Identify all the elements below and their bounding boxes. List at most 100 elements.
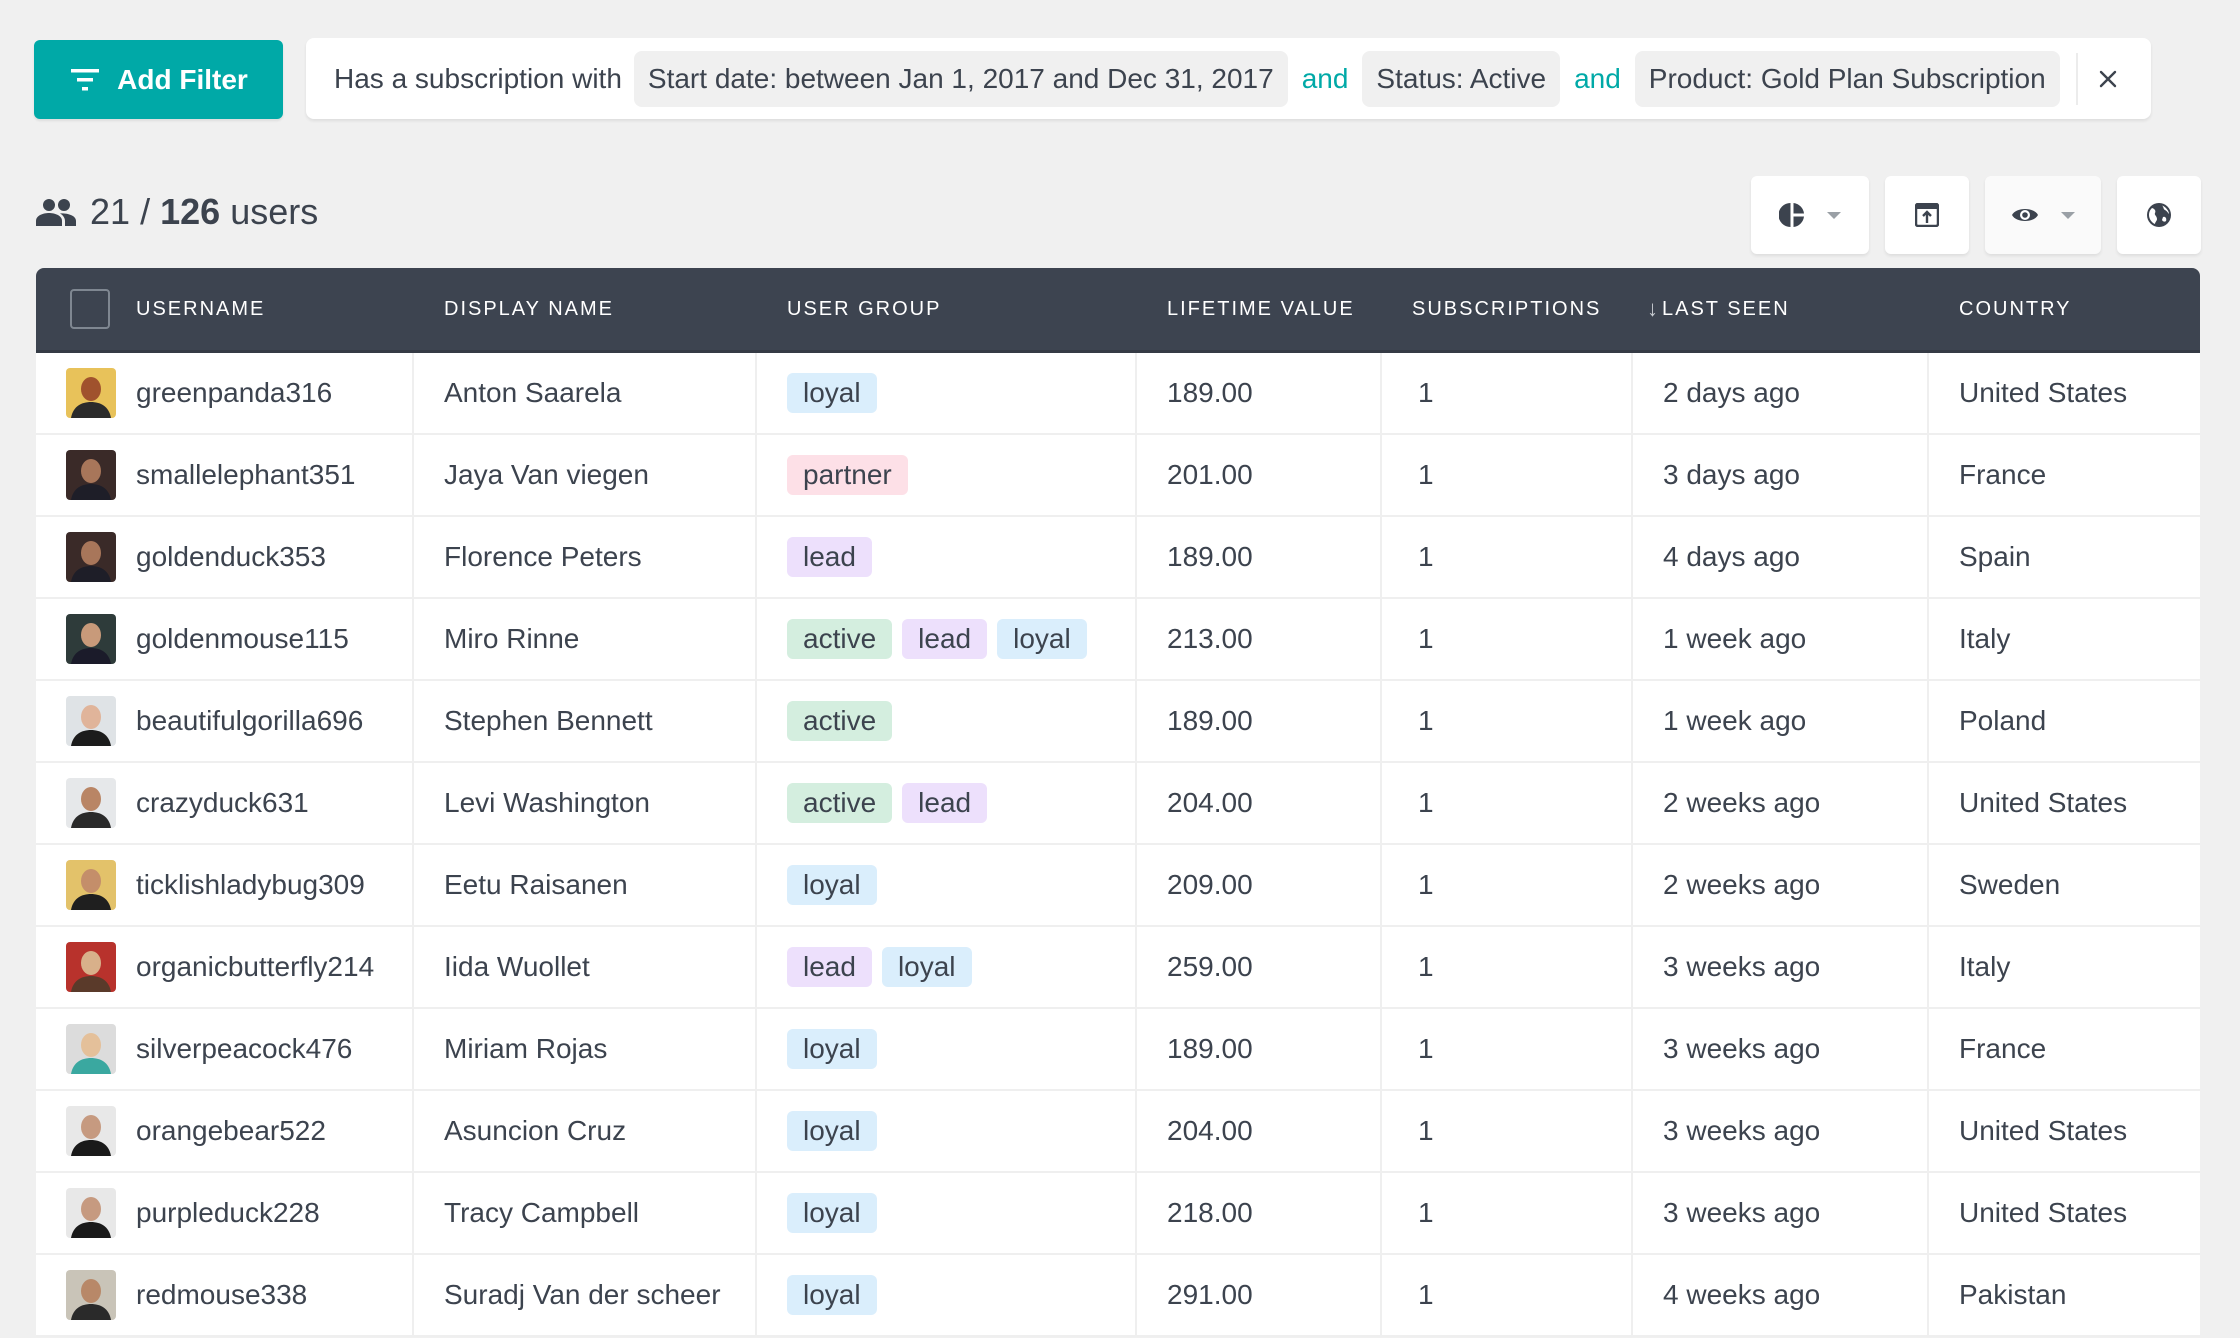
table-row[interactable]: silverpeacock476 Miriam Rojas loyal 189.… <box>36 1009 2200 1091</box>
cell-display-name: Tracy Campbell <box>414 1173 757 1253</box>
username[interactable]: purpleduck228 <box>136 1197 320 1229</box>
user-group-tag[interactable]: loyal <box>787 1275 877 1315</box>
cell-subscriptions: 1 <box>1382 435 1633 515</box>
username[interactable]: orangebear522 <box>136 1115 326 1147</box>
segment-dropdown-button[interactable] <box>1751 176 1869 254</box>
country: Sweden <box>1959 869 2061 900</box>
filter-chip-product[interactable]: Product: Gold Plan Subscription <box>1634 50 2060 107</box>
user-group-tag[interactable]: lead <box>787 947 872 987</box>
user-group-tag[interactable]: lead <box>902 783 988 823</box>
cell-subscriptions: 1 <box>1382 763 1633 843</box>
table-row[interactable]: crazyduck631 Levi Washington active lead … <box>36 763 2200 845</box>
user-group-tag[interactable]: lead <box>787 537 872 577</box>
cell-last-seen: 3 weeks ago <box>1633 927 1929 1007</box>
pie-chart-icon <box>1779 203 1804 227</box>
add-filter-button[interactable]: Add Filter <box>34 40 283 119</box>
table-row[interactable]: smallelephant351 Jaya Van viegen partner… <box>36 435 2200 517</box>
cell-last-seen: 2 weeks ago <box>1633 845 1929 925</box>
user-group-tag[interactable]: loyal <box>787 373 877 413</box>
username[interactable]: silverpeacock476 <box>136 1033 352 1065</box>
table-row[interactable]: greenpanda316 Anton Saarela loyal 189.00… <box>36 353 2200 435</box>
avatar <box>66 614 116 664</box>
column-header-username[interactable]: USERNAME <box>36 268 414 350</box>
table-row[interactable]: goldenduck353 Florence Peters lead 189.0… <box>36 517 2200 599</box>
export-button[interactable] <box>1885 176 1969 254</box>
cell-display-name: Asuncion Cruz <box>414 1091 757 1171</box>
column-header-display-name[interactable]: DISPLAY NAME <box>414 268 757 350</box>
globe-button[interactable] <box>2117 176 2201 254</box>
cell-user-group: loyal <box>757 1173 1137 1253</box>
visibility-dropdown-button[interactable] <box>1985 176 2101 254</box>
select-all-checkbox[interactable] <box>70 289 110 329</box>
cell-subscriptions: 1 <box>1382 1173 1633 1253</box>
table-row[interactable]: ticklishladybug309 Eetu Raisanen loyal 2… <box>36 845 2200 927</box>
country: United States <box>1959 1197 2128 1228</box>
cell-lifetime-value: 218.00 <box>1137 1173 1382 1253</box>
filter-chip-status[interactable]: Status: Active <box>1362 50 1561 107</box>
cell-country: United States <box>1929 763 2200 843</box>
last-seen: 1 week ago <box>1663 705 1807 736</box>
username[interactable]: beautifulgorilla696 <box>136 705 363 737</box>
subscriptions: 1 <box>1418 705 1434 736</box>
user-group-tag[interactable]: active <box>787 701 893 741</box>
cell-last-seen: 3 weeks ago <box>1633 1091 1929 1171</box>
cell-last-seen: 2 days ago <box>1633 353 1929 433</box>
column-header-user-group[interactable]: USER GROUP <box>757 268 1137 350</box>
user-group-tag[interactable]: active <box>787 783 893 823</box>
table-row[interactable]: orangebear522 Asuncion Cruz loyal 204.00… <box>36 1091 2200 1173</box>
total-count: 126 <box>160 191 221 232</box>
table-row[interactable]: beautifulgorilla696 Stephen Bennett acti… <box>36 681 2200 763</box>
user-group-tag[interactable]: loyal <box>881 947 972 987</box>
subscriptions: 1 <box>1418 1279 1434 1310</box>
user-group-tag[interactable]: loyal <box>787 1193 877 1233</box>
country: Italy <box>1959 951 2011 982</box>
users-table: USERNAME DISPLAY NAME USER GROUP LIFETIM… <box>36 268 2200 1337</box>
column-header-subscriptions[interactable]: SUBSCRIPTIONS <box>1382 268 1633 350</box>
user-group-tag[interactable]: loyal <box>787 1111 877 1151</box>
last-seen: 3 weeks ago <box>1663 1033 1821 1064</box>
lifetime-value: 213.00 <box>1167 623 1253 654</box>
user-group-tag[interactable]: active <box>787 619 893 659</box>
username[interactable]: goldenduck353 <box>136 541 326 573</box>
username[interactable]: crazyduck631 <box>136 787 309 819</box>
column-header-last-seen[interactable]: ↓ LAST SEEN <box>1633 268 1929 350</box>
username[interactable]: goldenmouse115 <box>136 623 349 655</box>
country: France <box>1959 459 2047 490</box>
user-group-tag[interactable]: lead <box>902 619 988 659</box>
table-row[interactable]: organicbutterfly214 Iida Wuollet lead loy… <box>36 927 2200 1009</box>
last-seen: 2 days ago <box>1663 377 1800 408</box>
table-row[interactable]: goldenmouse115 Miro Rinne active lead loya… <box>36 599 2200 681</box>
cell-display-name: Miriam Rojas <box>414 1009 757 1089</box>
table-row[interactable]: redmouse338 Suradj Van der scheer loyal … <box>36 1255 2200 1337</box>
filter-chip-start-date[interactable]: Start date: between Jan 1, 2017 and Dec … <box>633 50 1288 107</box>
username[interactable]: redmouse338 <box>136 1279 307 1311</box>
user-group-tag[interactable]: loyal <box>997 619 1087 659</box>
table-row[interactable]: purpleduck228 Tracy Campbell loyal 218.0… <box>36 1173 2200 1255</box>
cell-user-group: lead <box>757 517 1137 597</box>
user-group-tag[interactable]: loyal <box>787 865 877 905</box>
username[interactable]: smallelephant351 <box>136 459 356 491</box>
cell-country: United States <box>1929 1091 2200 1171</box>
cell-username: goldenmouse115 <box>36 599 414 679</box>
lifetime-value: 218.00 <box>1167 1197 1253 1228</box>
users-icon <box>36 199 76 226</box>
lifetime-value: 291.00 <box>1167 1279 1253 1310</box>
user-group-tag[interactable]: partner <box>787 455 908 495</box>
subscriptions: 1 <box>1418 1033 1434 1064</box>
username[interactable]: ticklishladybug309 <box>136 869 365 901</box>
column-header-lifetime-value[interactable]: LIFETIME VALUE <box>1137 268 1382 350</box>
chevron-down-icon <box>2061 211 2075 219</box>
cell-username: beautifulgorilla696 <box>36 681 414 761</box>
subscriptions: 1 <box>1418 541 1434 572</box>
username[interactable]: organicbutterfly214 <box>136 951 374 983</box>
subscriptions: 1 <box>1418 377 1434 408</box>
cell-country: United States <box>1929 1173 2200 1253</box>
avatar <box>66 696 116 746</box>
cell-user-group: loyal <box>757 1255 1137 1335</box>
display-name: Tracy Campbell <box>444 1197 640 1228</box>
clear-filter-button[interactable] <box>2078 49 2138 109</box>
username[interactable]: greenpanda316 <box>136 377 332 409</box>
column-header-country[interactable]: COUNTRY <box>1929 268 2200 350</box>
user-group-tag[interactable]: loyal <box>787 1029 877 1069</box>
country: United States <box>1959 787 2128 818</box>
